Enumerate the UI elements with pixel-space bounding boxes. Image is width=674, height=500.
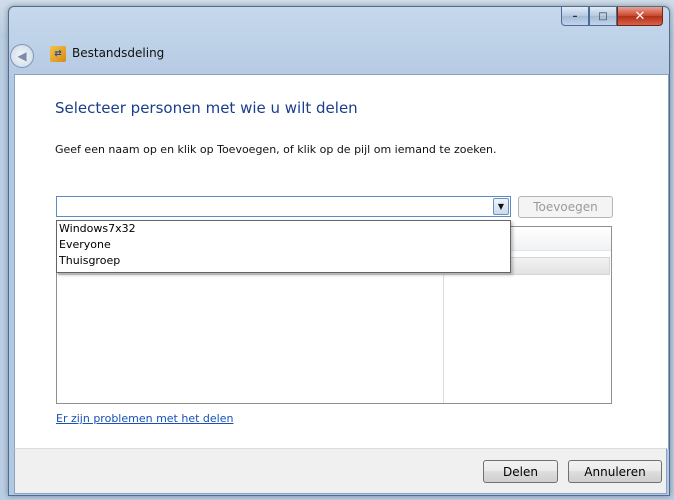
dialog-footer: Delen Annuleren: [14, 448, 667, 494]
caption-buttons: – □ ✕: [561, 7, 663, 26]
window-title: Bestandsdeling: [72, 46, 165, 60]
add-button[interactable]: Toevoegen: [518, 196, 613, 218]
name-dropdown-list[interactable]: Windows7x32 Everyone Thuisgroep: [56, 220, 511, 273]
cancel-button[interactable]: Annuleren: [568, 460, 662, 483]
close-button[interactable]: ✕: [617, 7, 663, 26]
dropdown-option[interactable]: Windows7x32: [57, 221, 510, 237]
share-button[interactable]: Delen: [483, 460, 558, 483]
sharing-problems-link[interactable]: Er zijn problemen met het delen: [56, 412, 233, 425]
name-input[interactable]: [57, 197, 493, 216]
back-arrow-icon: ◀: [17, 49, 27, 63]
name-combobox[interactable]: ▼: [56, 196, 511, 217]
file-sharing-icon: ⇄: [50, 46, 66, 62]
chevron-down-icon: ▼: [497, 202, 505, 211]
instruction-text: Geef een naam op en klik op Toevoegen, o…: [55, 143, 497, 156]
dropdown-option[interactable]: Thuisgroep: [57, 253, 510, 269]
dropdown-arrow-button[interactable]: ▼: [493, 198, 509, 215]
back-button[interactable]: ◀: [10, 44, 34, 68]
minimize-button[interactable]: –: [561, 7, 589, 26]
dialog-content: Selecteer personen met wie u wilt delen …: [14, 74, 669, 449]
dropdown-option[interactable]: Everyone: [57, 237, 510, 253]
maximize-button[interactable]: □: [589, 7, 617, 26]
page-heading: Selecteer personen met wie u wilt delen: [55, 99, 358, 117]
